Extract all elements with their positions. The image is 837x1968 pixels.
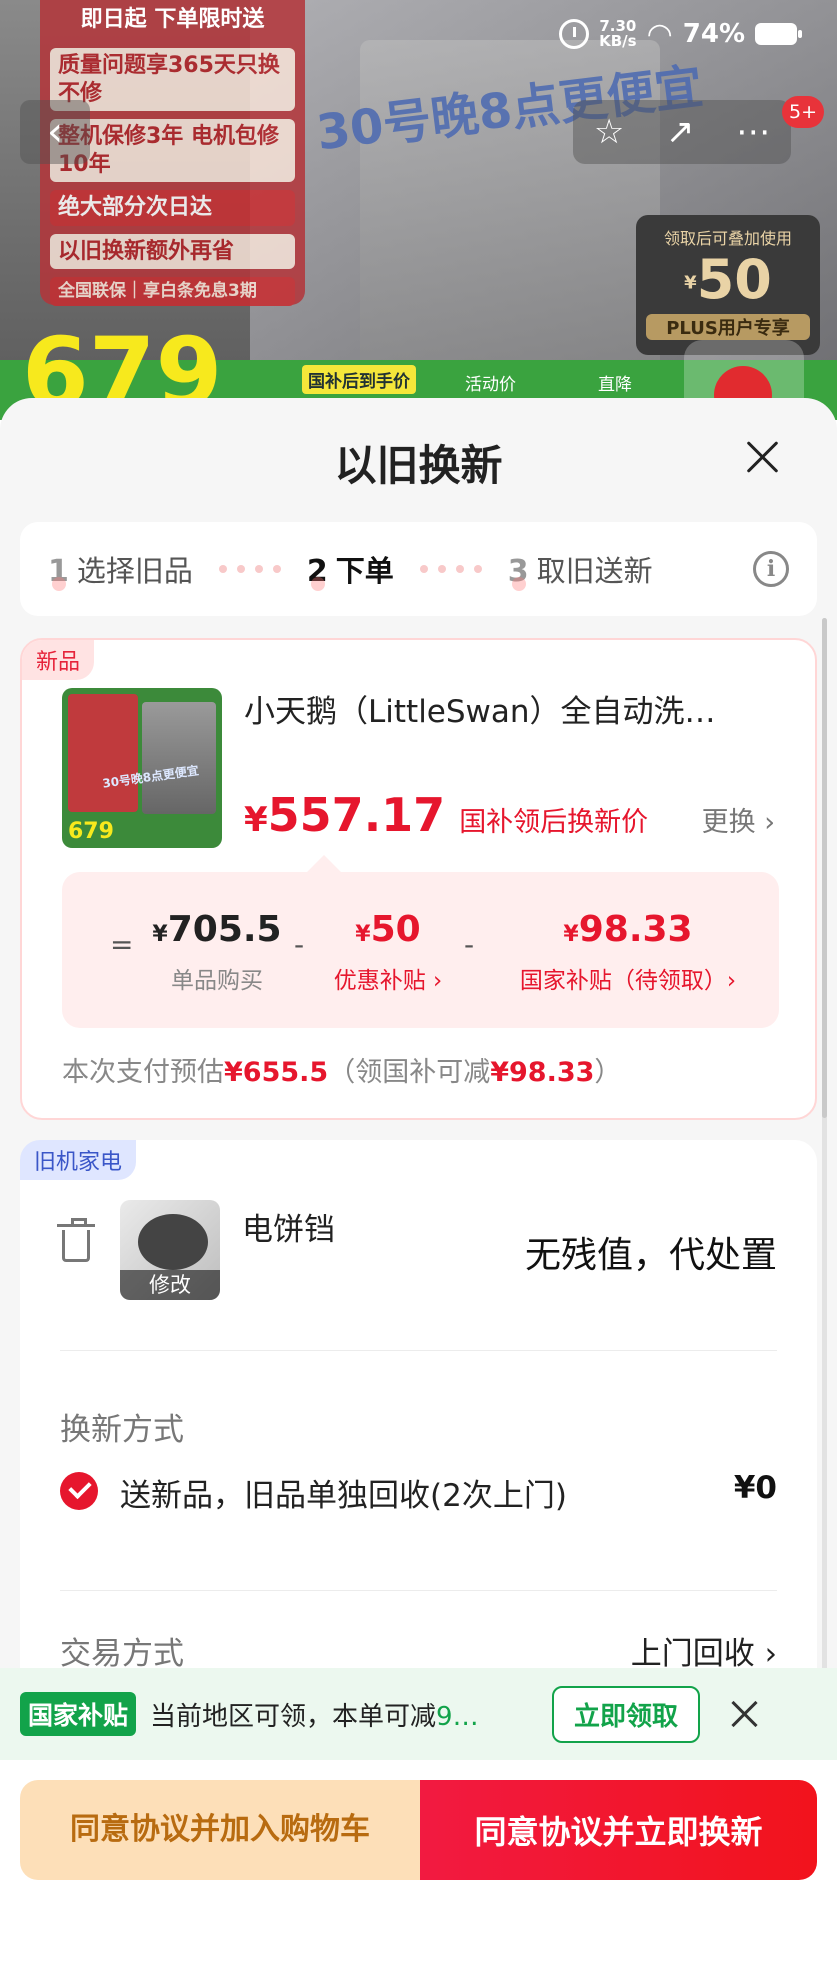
- sheet-title: 以旧换新: [334, 441, 503, 490]
- new-product-tag: 新品: [22, 640, 95, 680]
- step-connector: [218, 565, 281, 573]
- step-select-old: 1 选择旧品: [48, 554, 193, 591]
- action-bar: 同意协议并加入购物车 同意协议并立即换新: [0, 1760, 837, 1968]
- price-label: 直降: [598, 375, 632, 395]
- promo-line: 以旧换新额外再省: [50, 233, 295, 269]
- coupon-value: ¥50: [684, 248, 772, 311]
- old-appliance-name: 电饼铛: [242, 1212, 335, 1248]
- promo-line: 全国联保｜享白条免息3期: [50, 277, 295, 307]
- trade-in-now-button[interactable]: 同意协议并立即换新: [420, 1780, 817, 1880]
- promo-line: 绝大部分次日达: [50, 190, 295, 226]
- new-product-card: 新品 30号晚8点更便宜 679 小天鹅（LittleSwan）全自动洗… ¥5…: [20, 638, 817, 1120]
- battery-percent: 74%: [682, 19, 745, 49]
- status-bar: 7.30 KB/s ◠ 74%: [559, 14, 837, 54]
- subsidy-text: 当前地区可领，本单可减9…: [150, 1701, 479, 1732]
- step-indicator: 1 选择旧品 2 下单 3 取旧送新 i: [20, 522, 817, 616]
- trade-in-price: ¥557.17 国补领后换新价: [244, 788, 649, 842]
- national-subsidy[interactable]: ¥98.33 国家补贴（待领取）›: [488, 910, 768, 995]
- coupon-caption: 领取后可叠加使用: [663, 229, 792, 248]
- alarm-icon: [559, 19, 590, 49]
- share-icon[interactable]: ↗: [666, 112, 695, 152]
- product-page-background: 质量问题享365天只换不修 整机保修3年 电机包修10年 绝大部分次日达 以旧换…: [0, 0, 837, 420]
- battery-icon: [755, 23, 802, 45]
- price-note: 国补领后换新价: [459, 807, 649, 838]
- favorite-icon[interactable]: ☆: [594, 112, 624, 152]
- minus-sign: -: [294, 928, 305, 961]
- price-value: 557.17: [267, 788, 446, 842]
- scrollbar[interactable]: [822, 618, 827, 1818]
- promo-line: 质量问题享365天只换不修: [50, 48, 295, 111]
- minus-sign: -: [464, 928, 475, 961]
- step-connector: [419, 565, 482, 573]
- trade-option[interactable]: 上门回收 ›: [631, 1628, 777, 1673]
- change-product-link[interactable]: 更换 ›: [702, 800, 775, 839]
- coupon-subsidy[interactable]: ¥50 优惠补贴 ›: [318, 910, 458, 995]
- back-button[interactable]: ‹: [20, 100, 90, 164]
- subsidy-bar: 国家补贴 当前地区可领，本单可减9… 立即领取: [0, 1668, 837, 1760]
- price-label: 活动价: [465, 375, 516, 395]
- equals-sign: =: [110, 928, 134, 961]
- step-order: 2 下单: [306, 554, 394, 591]
- subsidy-badge: 国家补贴: [20, 1692, 137, 1736]
- divider: [60, 1590, 777, 1591]
- network-speed: 7.30 KB/s: [599, 17, 637, 50]
- payment-estimate: 本次支付预估¥655.5（领国补可减¥98.33）: [62, 1057, 622, 1088]
- old-appliance-value: 无残值，代处置: [524, 1235, 777, 1276]
- method-label: 换新方式: [60, 1412, 184, 1448]
- method-option[interactable]: 送新品，旧品单独回收(2次上门): [120, 1470, 567, 1515]
- trash-icon[interactable]: [57, 1218, 95, 1262]
- divider: [60, 1350, 777, 1351]
- step-pickup-deliver: 3 取旧送新: [507, 554, 653, 591]
- claim-subsidy-button[interactable]: 立即领取: [552, 1685, 701, 1743]
- old-appliance-thumbnail[interactable]: 修改: [120, 1200, 220, 1300]
- price-tag: 国补后到手价: [302, 365, 416, 394]
- close-icon[interactable]: [730, 1699, 760, 1729]
- coupon-tag: PLUS用户专享: [646, 314, 810, 341]
- info-icon[interactable]: i: [753, 551, 789, 587]
- old-appliance-tag: 旧机家电: [20, 1140, 137, 1180]
- more-icon[interactable]: ⋯: [736, 112, 770, 152]
- price-breakdown: = ¥705.5 单品购买 - ¥50 优惠补贴 › - ¥98.33 国家补贴…: [62, 872, 779, 1028]
- close-icon[interactable]: [740, 434, 786, 480]
- promo-title: 即日起 下单限时送: [80, 7, 265, 32]
- product-thumbnail[interactable]: 30号晚8点更便宜 679: [62, 688, 222, 848]
- trade-label: 交易方式: [60, 1636, 184, 1672]
- wifi-icon: ◠: [646, 16, 673, 52]
- trade-in-sheet: 以旧换新 1 选择旧品 2 下单 3 取旧送新 i 新品 30号晚8点更便宜 679 …: [0, 398, 837, 1968]
- product-title[interactable]: 小天鹅（LittleSwan）全自动洗…: [244, 686, 789, 731]
- edit-old-button[interactable]: 修改: [120, 1270, 220, 1300]
- checkmark-icon[interactable]: [60, 1472, 98, 1510]
- message-badge: 5+: [782, 96, 824, 128]
- add-to-cart-button[interactable]: 同意协议并加入购物车: [20, 1780, 420, 1880]
- nav-toolbar: ☆ ↗ ⋯: [573, 100, 791, 164]
- plus-coupon: 领取后可叠加使用 ¥50 PLUS用户专享: [636, 215, 820, 355]
- method-price: ¥0: [733, 1470, 777, 1506]
- unit-price: ¥705.5 单品购买: [152, 909, 282, 995]
